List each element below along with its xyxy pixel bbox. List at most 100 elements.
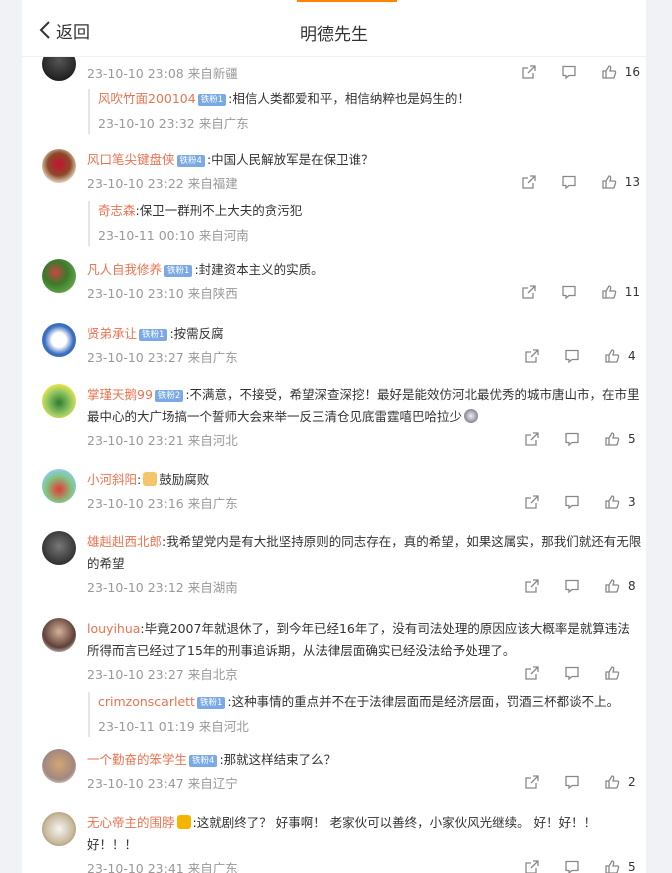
share-icon: [522, 65, 536, 79]
comment-meta: 23-10-10 23:47 来自辽宁: [87, 776, 238, 791]
comment-text: 鼓励腐败: [159, 472, 210, 487]
avatar[interactable]: [42, 812, 76, 846]
share-icon: [525, 666, 539, 680]
share-button[interactable]: [521, 283, 539, 301]
comment-meta: 23-10-10 23:21 来自河北: [87, 433, 238, 448]
comment-actions: 5: [502, 858, 640, 873]
avatar[interactable]: [42, 259, 76, 293]
comment-button[interactable]: [561, 283, 579, 301]
reply-block: 奇志森:保卫一群刑不上大夫的贪污犯 23-10-11 00:10 来自河南: [88, 201, 642, 246]
thumbs-up-icon: [605, 860, 620, 873]
comment-icon: [565, 349, 579, 364]
crown-emoji-icon: [176, 815, 191, 829]
share-button[interactable]: [521, 63, 539, 81]
share-icon: [525, 775, 539, 789]
share-icon: [525, 860, 539, 873]
comment-username[interactable]: louyihua: [87, 621, 140, 636]
comment-meta: 23-10-10 23:22 来自福建: [87, 176, 238, 191]
like-count: 2: [628, 775, 636, 789]
share-icon: [522, 285, 536, 299]
like-button[interactable]: [604, 858, 622, 873]
comment-icon: [562, 65, 576, 80]
avatar[interactable]: [42, 149, 76, 183]
share-button[interactable]: [524, 347, 542, 365]
comment-actions: 3: [502, 493, 640, 511]
comment-button[interactable]: [564, 577, 582, 595]
avatar[interactable]: [42, 618, 76, 652]
thumbs-up-icon: [605, 495, 620, 509]
reply-username[interactable]: 风吹竹面200104: [98, 91, 196, 106]
reply-username[interactable]: crimzonscarlett: [98, 694, 195, 709]
reply-meta: 23-10-11 00:10 来自河南: [98, 228, 249, 243]
comment-username[interactable]: 小河斜阳: [87, 472, 137, 487]
comment-actions: 13: [499, 173, 640, 191]
reply-text: :保卫一群刑不上大夫的贪污犯: [135, 203, 303, 218]
like-count: 5: [628, 432, 636, 446]
share-button[interactable]: [524, 664, 542, 682]
thumbs-up-icon: [602, 65, 617, 79]
comment-text: :封建资本主义的实质。: [194, 262, 324, 277]
thumbs-up-icon: [602, 285, 617, 299]
fan-badge: 铁粉1: [139, 329, 168, 341]
thumbs-up-icon: [602, 175, 617, 189]
comment-username[interactable]: 掌瑾天鹅99: [87, 387, 153, 402]
reply-username[interactable]: 奇志森: [98, 203, 136, 218]
share-button[interactable]: [521, 173, 539, 191]
like-count: 16: [624, 65, 640, 79]
like-button[interactable]: [604, 773, 622, 791]
comment-icon: [565, 666, 579, 681]
comment-button[interactable]: [564, 430, 582, 448]
share-button[interactable]: [524, 773, 542, 791]
thumbs-up-icon: [605, 432, 620, 446]
comment-username[interactable]: 雄赳赳西北郎: [87, 534, 162, 549]
comment-button[interactable]: [561, 173, 579, 191]
comment-button[interactable]: [561, 63, 579, 81]
comment-actions: 8: [502, 577, 640, 595]
reply-meta: 23-10-10 23:32 来自广东: [98, 116, 249, 131]
comment-button[interactable]: [564, 858, 582, 873]
avatar[interactable]: [42, 384, 76, 418]
comment-username[interactable]: 一个勤奋的笨学生: [87, 752, 187, 767]
comment-username[interactable]: 贤弟承让: [87, 326, 137, 341]
comment-icon: [565, 775, 579, 790]
comment-text: :按需反腐: [169, 326, 224, 341]
comment-username[interactable]: 风口笔尖键盘侠: [87, 152, 175, 167]
comment-actions: 4: [502, 347, 640, 365]
comment-text: :我希望党内是有大批坚持原则的同志存在，真的希望，如果这属实，那我们就还有无限的…: [87, 534, 642, 571]
comment-username[interactable]: 凡人自我修养: [87, 262, 162, 277]
like-button[interactable]: [604, 493, 622, 511]
share-button[interactable]: [524, 858, 542, 873]
comment-actions: [502, 664, 640, 682]
thumbs-up-icon: [605, 349, 620, 363]
like-button[interactable]: [601, 63, 619, 81]
like-button[interactable]: [604, 577, 622, 595]
fan-badge: 铁粉4: [189, 755, 218, 767]
share-icon: [525, 432, 539, 446]
comment-button[interactable]: [564, 347, 582, 365]
share-button[interactable]: [524, 430, 542, 448]
avatar[interactable]: [42, 531, 76, 565]
like-button[interactable]: [604, 664, 622, 682]
like-button[interactable]: [604, 430, 622, 448]
reply-text: :这种事情的重点并不在于法律层面而是经济层面，罚酒三杯都谈不上。: [227, 694, 620, 709]
share-button[interactable]: [524, 577, 542, 595]
comment-button[interactable]: [564, 773, 582, 791]
avatar[interactable]: [42, 323, 76, 357]
share-button[interactable]: [524, 493, 542, 511]
comment-button[interactable]: [564, 493, 582, 511]
like-button[interactable]: [601, 283, 619, 301]
share-icon: [525, 495, 539, 509]
comment-username[interactable]: 无心帝主的围脖: [87, 815, 175, 830]
comment-meta: 23-10-10 23:12 来自湖南: [87, 580, 238, 595]
comment-text: :中国人民解放军是在保卫谁？: [206, 152, 374, 167]
avatar[interactable]: [42, 469, 76, 503]
like-count: 13: [624, 175, 640, 189]
like-count: 3: [628, 495, 636, 509]
avatar[interactable]: [42, 749, 76, 783]
like-button[interactable]: [604, 347, 622, 365]
comment-actions: 5: [502, 430, 640, 448]
comment-button[interactable]: [564, 664, 582, 682]
comment-page: 返回 明德先生 23-10-10 23:08 来自新疆 16 风吹竹面20010…: [22, 0, 646, 873]
comment-icon: [565, 579, 579, 594]
like-button[interactable]: [601, 173, 619, 191]
